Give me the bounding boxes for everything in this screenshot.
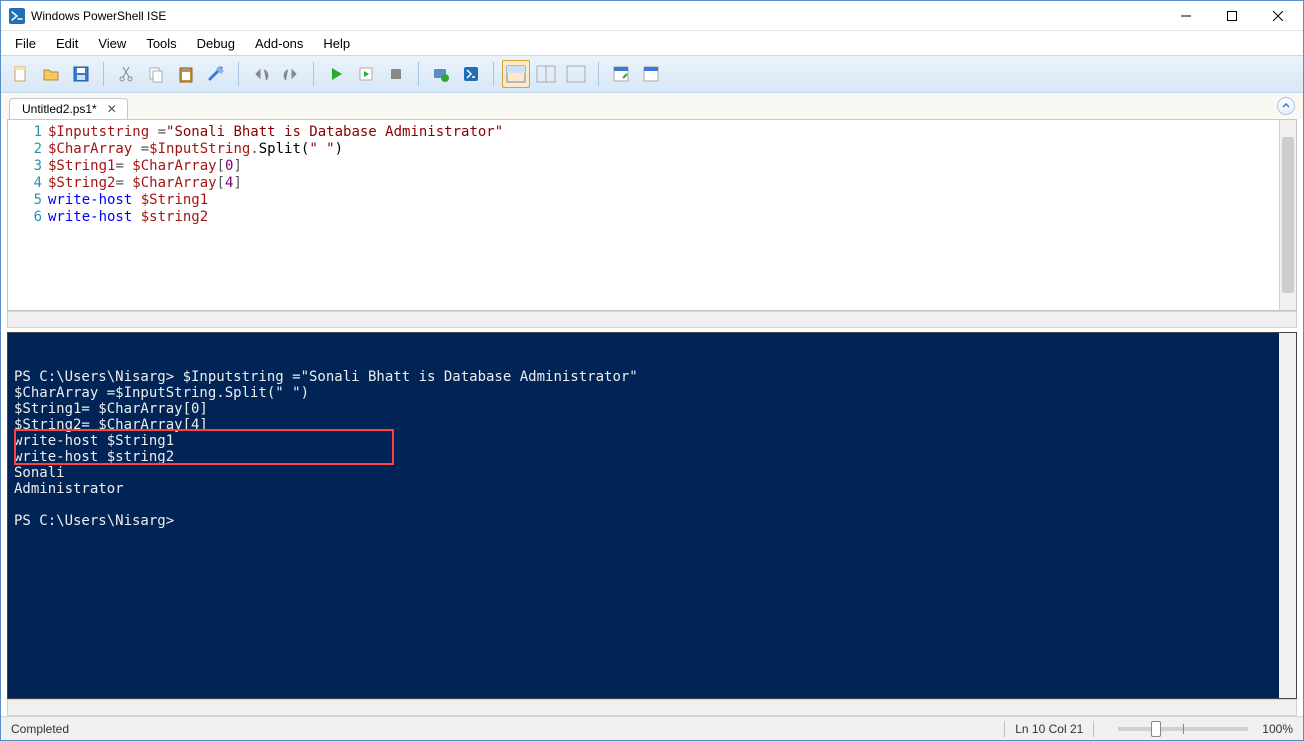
file-tab[interactable]: Untitled2.ps1* ✕ [9,98,128,119]
powershell-app-icon [9,8,25,24]
show-script-top-button[interactable] [502,60,530,88]
line-number-gutter: 123456 [8,120,48,310]
editor-hscrollbar[interactable] [7,311,1297,328]
titlebar: Windows PowerShell ISE [1,1,1303,31]
menu-help[interactable]: Help [313,33,360,54]
zoom-slider[interactable] [1118,727,1248,731]
cut-button[interactable] [112,60,140,88]
console-vscrollbar[interactable] [1279,333,1296,698]
window-controls [1163,1,1301,31]
script-editor[interactable]: 123456 $Inputstring ="Sonali Bhatt is Da… [7,119,1297,311]
editor-tab-strip: Untitled2.ps1* ✕ [1,93,1303,119]
file-tab-label: Untitled2.ps1* [22,102,97,116]
undo-button[interactable] [247,60,275,88]
open-file-button[interactable] [37,60,65,88]
copy-button[interactable] [142,60,170,88]
status-text: Completed [11,722,69,736]
redo-button[interactable] [277,60,305,88]
paste-button[interactable] [172,60,200,88]
cursor-position: Ln 10 Col 21 [1015,722,1083,736]
collapse-script-button[interactable] [1277,97,1295,115]
minimize-button[interactable] [1163,1,1209,31]
toolbar [1,55,1303,93]
menubar: FileEditViewToolsDebugAdd-onsHelp [1,31,1303,55]
powershell-tab-button[interactable] [457,60,485,88]
new-file-button[interactable] [7,60,35,88]
zoom-label: 100% [1262,722,1293,736]
run-script-button[interactable] [322,60,350,88]
console-pane[interactable]: PS C:\Users\Nisarg> $Inputstring ="Sonal… [7,332,1297,699]
new-remote-tab-button[interactable] [427,60,455,88]
show-command-window-button[interactable] [637,60,665,88]
clear-console-button[interactable] [202,60,230,88]
menu-view[interactable]: View [88,33,136,54]
editor-vscrollbar[interactable] [1279,120,1296,310]
statusbar: Completed Ln 10 Col 21 100% [1,716,1303,740]
window-title: Windows PowerShell ISE [31,9,1163,23]
menu-tools[interactable]: Tools [136,33,186,54]
code-content[interactable]: $Inputstring ="Sonali Bhatt is Database … [48,120,1279,310]
run-selection-button[interactable] [352,60,380,88]
close-tab-icon[interactable]: ✕ [105,102,119,116]
menu-debug[interactable]: Debug [187,33,245,54]
show-command-addon-button[interactable] [607,60,635,88]
menu-add-ons[interactable]: Add-ons [245,33,313,54]
maximize-button[interactable] [1209,1,1255,31]
close-button[interactable] [1255,1,1301,31]
stop-button[interactable] [382,60,410,88]
show-script-right-button[interactable] [532,60,560,88]
menu-file[interactable]: File [5,33,46,54]
output-highlight-annotation [14,429,394,465]
console-hscrollbar[interactable] [7,699,1297,716]
menu-edit[interactable]: Edit [46,33,88,54]
show-script-max-button[interactable] [562,60,590,88]
save-button[interactable] [67,60,95,88]
